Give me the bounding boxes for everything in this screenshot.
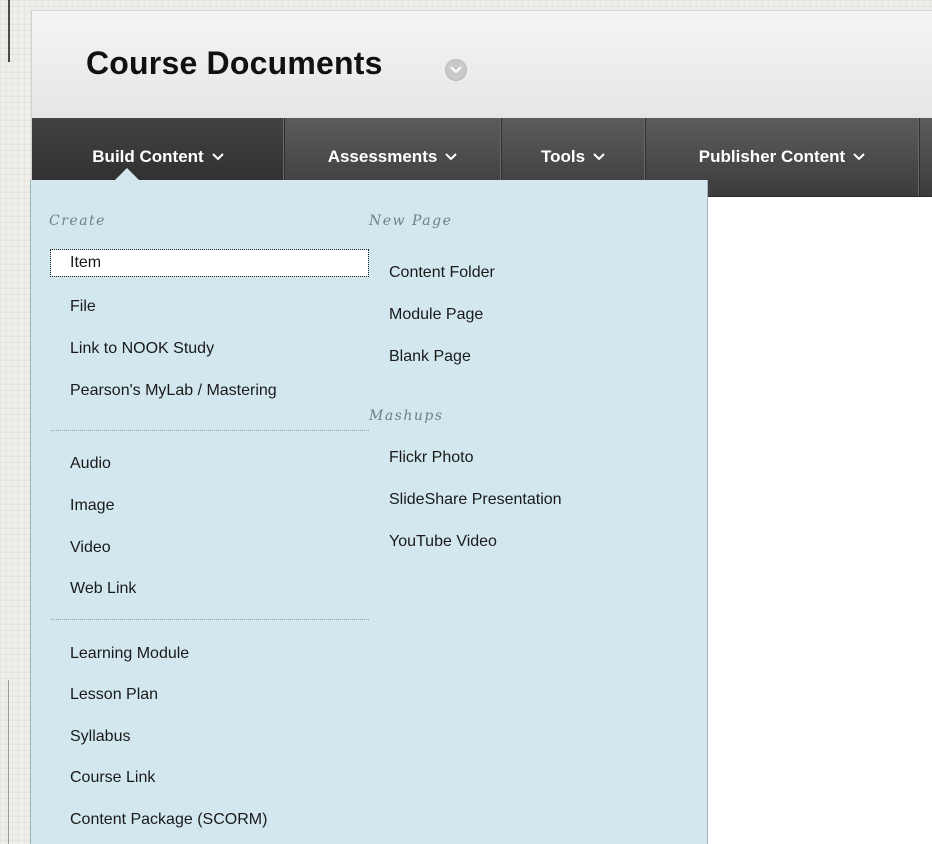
tab-label: Tools: [540, 147, 586, 166]
menu-item-syllabus[interactable]: Syllabus: [70, 724, 130, 750]
build-content-menu: Create New Page Item File Link to NOOK S…: [30, 180, 708, 844]
chevron-down-icon: [593, 153, 605, 161]
menu-divider: [51, 619, 369, 620]
menu-item-audio[interactable]: Audio: [70, 451, 111, 477]
chevron-down-icon: [853, 153, 865, 161]
menu-item-image[interactable]: Image: [70, 493, 114, 519]
menu-pointer: [115, 168, 139, 180]
menu-item-blank-page[interactable]: Blank Page: [389, 344, 471, 370]
menu-item-youtube-video[interactable]: YouTube Video: [389, 529, 497, 555]
title-options-button[interactable]: [445, 59, 467, 81]
section-header-create: Create: [49, 213, 106, 229]
menu-item-pearsons-mylab[interactable]: Pearson's MyLab / Mastering: [70, 378, 277, 404]
menu-divider: [51, 430, 369, 431]
menu-item-content-folder[interactable]: Content Folder: [389, 260, 495, 286]
menu-item-course-link[interactable]: Course Link: [70, 765, 155, 791]
tab-label: Build Content: [92, 147, 204, 166]
menu-item-item[interactable]: Item: [50, 249, 369, 277]
window-left-edge: [0, 0, 14, 844]
menu-item-content-package[interactable]: Content Package (SCORM): [70, 807, 267, 833]
menu-item-video[interactable]: Video: [70, 535, 111, 561]
menu-item-module-page[interactable]: Module Page: [389, 302, 483, 328]
section-header-new-page: New Page: [369, 213, 453, 229]
section-header-mashups: Mashups: [369, 408, 444, 424]
edge-line-bottom: [8, 680, 9, 844]
page-title: Course Documents: [86, 45, 383, 81]
menu-item-link-to-nook-study[interactable]: Link to NOOK Study: [70, 336, 214, 362]
menu-item-flickr-photo[interactable]: Flickr Photo: [389, 445, 473, 471]
tab-label: Publisher Content: [698, 147, 846, 166]
menu-item-lesson-plan[interactable]: Lesson Plan: [70, 682, 158, 708]
menu-item-learning-module[interactable]: Learning Module: [70, 641, 189, 667]
chevron-down-icon: [450, 66, 462, 74]
menu-item-slideshare-presentation[interactable]: SlideShare Presentation: [389, 487, 562, 513]
chevron-down-icon: [211, 153, 224, 161]
chevron-down-icon: [445, 153, 458, 161]
page-header: Course Documents: [32, 10, 932, 120]
menu-item-file[interactable]: File: [70, 294, 96, 320]
menu-item-web-link[interactable]: Web Link: [70, 576, 136, 602]
edge-line-top: [8, 0, 10, 62]
tab-label: Assessments: [327, 147, 438, 166]
